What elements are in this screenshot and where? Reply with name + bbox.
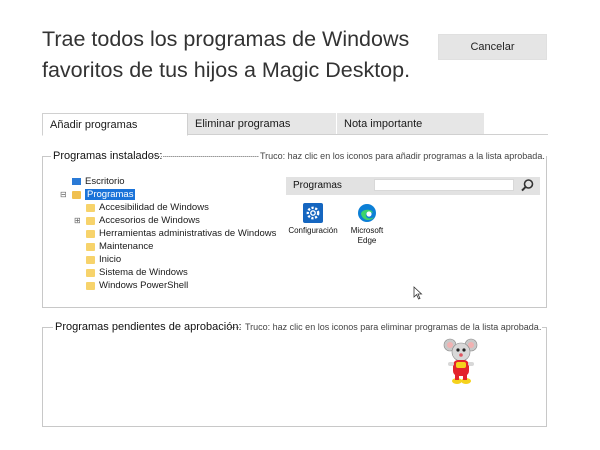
- folder-icon: [86, 216, 95, 225]
- tree-item-label: Programas: [85, 189, 136, 200]
- folder-icon: [86, 229, 95, 238]
- tree-item-admin-tools[interactable]: Herramientas administrativas de Windows: [86, 227, 276, 240]
- mouse-cursor-icon: [413, 286, 423, 300]
- tree-item-powershell[interactable]: Windows PowerShell: [86, 279, 188, 292]
- tree-item-label: Accesibilidad de Windows: [99, 202, 209, 213]
- folder-icon: [86, 242, 95, 251]
- mascot-mouse-icon: [443, 338, 478, 384]
- search-icon[interactable]: [518, 177, 536, 195]
- app-label-line1: Microsoft: [350, 226, 384, 235]
- tree-item-maintenance[interactable]: Maintenance: [86, 240, 153, 253]
- remove-tip-text: Truco: haz clic en los iconos para elimi…: [244, 321, 543, 334]
- programs-search-input[interactable]: [374, 179, 514, 191]
- tree-item-startup[interactable]: Inicio: [86, 253, 121, 266]
- tree-item-desktop[interactable]: Escritorio: [72, 175, 125, 188]
- tree-item-windows-system[interactable]: Sistema de Windows: [86, 266, 188, 279]
- legend-divider: [227, 327, 241, 328]
- installed-programs-legend: Programas instalados:: [51, 150, 165, 163]
- desktop-icon: [72, 178, 81, 185]
- folder-icon: [86, 268, 95, 277]
- collapse-icon[interactable]: ⊟: [60, 190, 72, 199]
- tree-item-programs[interactable]: ⊟ Programas: [60, 188, 136, 201]
- folder-icon: [86, 203, 95, 212]
- app-label-line2: Edge: [357, 236, 377, 245]
- tree-item-label: Inicio: [99, 254, 122, 265]
- programs-panel-title: Programas: [293, 180, 342, 191]
- legend-divider: [150, 156, 258, 157]
- programs-panel-header: Programas: [286, 177, 540, 195]
- page-title-line1: Trae todos los programas de Windows: [42, 27, 410, 51]
- app-microsoft-edge[interactable]: Microsoft Edge: [338, 203, 396, 246]
- tree-item-label: Escritorio: [85, 176, 125, 187]
- app-label: Configuración: [288, 226, 338, 235]
- add-tip-text: Truco: haz clic en los iconos para añadi…: [259, 150, 546, 163]
- tab-add-programs[interactable]: Añadir programas: [42, 113, 188, 136]
- tree-item-accessibility[interactable]: Accesibilidad de Windows: [86, 201, 209, 214]
- edge-icon: [357, 203, 377, 223]
- expand-icon[interactable]: ⊞: [74, 216, 86, 225]
- tab-remove-programs[interactable]: Eliminar programas: [188, 113, 336, 134]
- tree-item-label: Windows PowerShell: [99, 280, 189, 291]
- folder-icon: [86, 255, 95, 264]
- gear-icon: [303, 203, 323, 223]
- folder-icon: [72, 190, 81, 199]
- folder-icon: [86, 281, 95, 290]
- tree-item-label: Herramientas administrativas de Windows: [99, 228, 277, 239]
- cancel-button[interactable]: Cancelar: [438, 34, 547, 60]
- app-settings[interactable]: Configuración: [284, 203, 342, 236]
- tree-item-accessories[interactable]: ⊞ Accesorios de Windows: [74, 214, 200, 227]
- pending-programs-legend: Programas pendientes de aprobación:: [53, 321, 244, 334]
- tree-item-label: Maintenance: [99, 241, 154, 252]
- page-title: Trae todos los programas de Windows favo…: [42, 24, 422, 86]
- tab-bar: Añadir programas Eliminar programas Nota…: [42, 113, 548, 136]
- tree-item-label: Sistema de Windows: [99, 267, 188, 278]
- tab-important-note[interactable]: Nota importante: [337, 113, 484, 134]
- page-title-line2: favoritos de tus hijos a Magic Desktop.: [42, 58, 411, 82]
- tree-item-label: Accesorios de Windows: [99, 215, 200, 226]
